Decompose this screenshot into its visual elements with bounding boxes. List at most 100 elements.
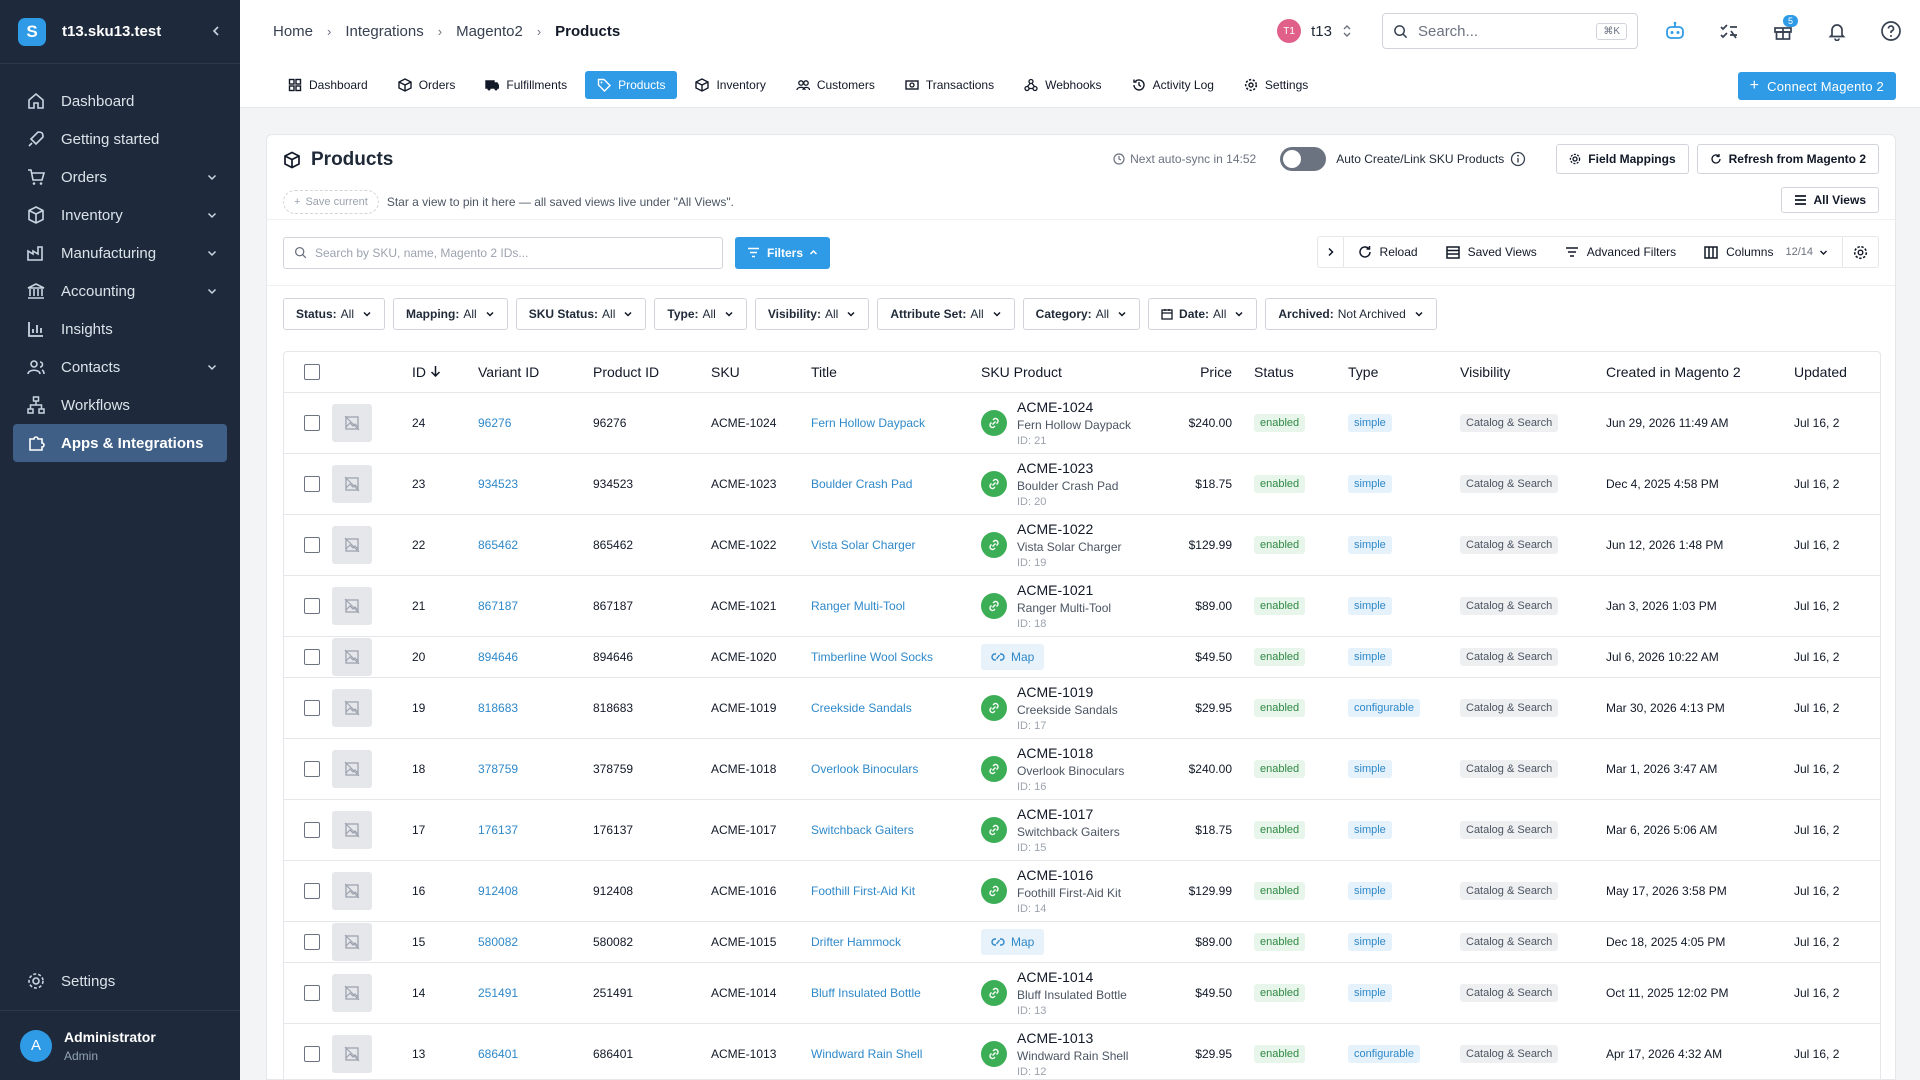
variant-id-link[interactable]: 912408 bbox=[478, 884, 518, 898]
variant-id-link[interactable]: 867187 bbox=[478, 599, 518, 613]
map-sku-button[interactable]: Map bbox=[981, 928, 1045, 955]
title-link[interactable]: Overlook Binoculars bbox=[811, 762, 918, 776]
col-title[interactable]: Title bbox=[811, 352, 981, 393]
variant-id-link[interactable]: 934523 bbox=[478, 477, 518, 491]
row-checkbox[interactable] bbox=[304, 984, 320, 1001]
table-row[interactable]: 18 378759 378759 ACME-1018 Overlook Binocula… bbox=[284, 738, 1880, 800]
table-settings-button[interactable] bbox=[1842, 237, 1878, 267]
reload-button[interactable]: Reload bbox=[1344, 237, 1432, 267]
variant-id-link[interactable]: 378759 bbox=[478, 762, 518, 776]
row-checkbox[interactable] bbox=[304, 821, 320, 838]
chevron-down-icon[interactable] bbox=[206, 171, 218, 183]
select-all-checkbox[interactable] bbox=[304, 364, 320, 381]
connect-magento-button[interactable]: + Connect Magento 2 bbox=[1737, 72, 1896, 100]
row-checkbox[interactable] bbox=[304, 597, 320, 614]
col-variant-id[interactable]: Variant ID bbox=[478, 352, 593, 393]
filter-chip-attribute-set[interactable]: Attribute Set: All bbox=[877, 297, 1015, 330]
filter-chip-visibility[interactable]: Visibility: All bbox=[754, 297, 870, 330]
field-mappings-button[interactable]: Field Mappings bbox=[1556, 144, 1689, 174]
sidebar-item-contacts[interactable]: Contacts bbox=[0, 348, 240, 386]
table-row[interactable]: 17 176137 176137 ACME-1017 Switchback Gaiter… bbox=[284, 799, 1880, 861]
sidebar-item-getting-started[interactable]: Getting started bbox=[0, 120, 240, 158]
chevron-down-icon[interactable] bbox=[206, 209, 218, 221]
col-product-id[interactable]: Product ID bbox=[593, 352, 711, 393]
save-current-view-button[interactable]: + Save current bbox=[283, 190, 379, 214]
filters-button[interactable]: Filters bbox=[735, 236, 831, 269]
sku-product-link[interactable]: ACME-1021 Ranger Multi-Tool ID: 18 bbox=[981, 582, 1149, 630]
map-sku-button[interactable]: Map bbox=[981, 643, 1045, 670]
sku-product-link[interactable]: ACME-1014 Bluff Insulated Bottle ID: 13 bbox=[981, 969, 1149, 1017]
row-checkbox[interactable] bbox=[304, 475, 320, 492]
variant-id-link[interactable]: 865462 bbox=[478, 538, 518, 552]
col-status[interactable]: Status bbox=[1244, 352, 1348, 393]
tab-settings[interactable]: Settings bbox=[1232, 71, 1320, 99]
filter-chip-type[interactable]: Type: All bbox=[654, 297, 747, 330]
chevron-down-icon[interactable] bbox=[206, 247, 218, 259]
tasks-button[interactable] bbox=[1712, 14, 1746, 48]
table-row[interactable]: 23 934523 934523 ACME-1023 Boulder Crash Pad… bbox=[284, 453, 1880, 515]
title-link[interactable]: Foothill First-Aid Kit bbox=[811, 884, 915, 898]
title-link[interactable]: Windward Rain Shell bbox=[811, 1047, 922, 1061]
row-checkbox[interactable] bbox=[304, 414, 320, 431]
row-checkbox[interactable] bbox=[304, 933, 320, 950]
row-checkbox[interactable] bbox=[304, 882, 320, 899]
breadcrumb-home[interactable]: Home bbox=[273, 23, 313, 40]
notifications-button[interactable] bbox=[1820, 14, 1854, 48]
tab-orders[interactable]: Orders bbox=[386, 71, 468, 99]
collapse-sidebar-icon[interactable] bbox=[210, 24, 222, 40]
sidebar-item-accounting[interactable]: Accounting bbox=[0, 272, 240, 310]
advanced-filters-button[interactable]: Advanced Filters bbox=[1551, 237, 1690, 267]
sku-product-link[interactable]: ACME-1018 Overlook Binoculars ID: 16 bbox=[981, 745, 1149, 793]
tab-webhooks[interactable]: Webhooks bbox=[1012, 71, 1113, 99]
title-link[interactable]: Bluff Insulated Bottle bbox=[811, 986, 921, 1000]
sidebar-item-settings[interactable]: Settings bbox=[0, 962, 240, 1000]
whats-new-button[interactable]: 5 bbox=[1766, 14, 1800, 48]
product-search-input[interactable] bbox=[315, 245, 712, 260]
variant-id-link[interactable]: 251491 bbox=[478, 986, 518, 1000]
filter-chip-category[interactable]: Category: All bbox=[1022, 297, 1141, 330]
title-link[interactable]: Ranger Multi-Tool bbox=[811, 599, 905, 613]
user-profile[interactable]: A Administrator Admin bbox=[0, 1010, 240, 1080]
table-row[interactable]: 14 251491 251491 ACME-1014 Bluff Insulated B… bbox=[284, 962, 1880, 1024]
table-row[interactable]: 13 686401 686401 ACME-1013 Windward Rain She… bbox=[284, 1023, 1880, 1079]
filter-chip-sku-status[interactable]: SKU Status: All bbox=[515, 297, 647, 330]
col-updated[interactable]: Updated bbox=[1794, 352, 1880, 393]
refresh-magento-button[interactable]: Refresh from Magento 2 bbox=[1696, 144, 1879, 174]
col-sku[interactable]: SKU bbox=[711, 352, 811, 393]
row-checkbox[interactable] bbox=[304, 648, 320, 665]
sidebar-item-inventory[interactable]: Inventory bbox=[0, 196, 240, 234]
product-search[interactable] bbox=[283, 236, 723, 269]
tab-inventory[interactable]: Inventory bbox=[683, 71, 777, 99]
variant-id-link[interactable]: 176137 bbox=[478, 823, 518, 837]
sku-product-link[interactable]: ACME-1024 Fern Hollow Daypack ID: 21 bbox=[981, 399, 1149, 447]
tab-fulfillments[interactable]: Fulfillments bbox=[473, 71, 579, 99]
variant-id-link[interactable]: 686401 bbox=[478, 1047, 518, 1061]
title-link[interactable]: Timberline Wool Socks bbox=[811, 650, 933, 664]
table-row[interactable]: 16 912408 912408 ACME-1016 Foothill First-Ai… bbox=[284, 860, 1880, 922]
tab-dashboard[interactable]: Dashboard bbox=[276, 71, 380, 99]
sidebar-item-dashboard[interactable]: Dashboard bbox=[0, 82, 240, 120]
ai-assistant-button[interactable] bbox=[1658, 14, 1692, 48]
table-row[interactable]: 20 894646 894646 ACME-1020 Timberline Wool S… bbox=[284, 636, 1880, 678]
sku-product-link[interactable]: ACME-1013 Windward Rain Shell ID: 12 bbox=[981, 1030, 1149, 1078]
tab-customers[interactable]: Customers bbox=[784, 71, 887, 99]
title-link[interactable]: Boulder Crash Pad bbox=[811, 477, 912, 491]
tenant-switcher[interactable]: T1 t13 bbox=[1277, 19, 1352, 43]
table-row[interactable]: 15 580082 580082 ACME-1015 Drifter Hammock Ma… bbox=[284, 921, 1880, 963]
title-link[interactable]: Vista Solar Charger bbox=[811, 538, 916, 552]
info-icon[interactable] bbox=[1510, 151, 1526, 167]
tab-transactions[interactable]: Transactions bbox=[893, 71, 1006, 99]
title-link[interactable]: Fern Hollow Daypack bbox=[811, 416, 925, 430]
tab-activity-log[interactable]: Activity Log bbox=[1120, 71, 1226, 99]
chevron-down-icon[interactable] bbox=[206, 285, 218, 297]
variant-id-link[interactable]: 894646 bbox=[478, 650, 518, 664]
filter-chip-mapping[interactable]: Mapping: All bbox=[393, 297, 508, 330]
sku-product-link[interactable]: ACME-1022 Vista Solar Charger ID: 19 bbox=[981, 521, 1149, 569]
row-checkbox[interactable] bbox=[304, 1045, 320, 1062]
all-views-button[interactable]: All Views bbox=[1780, 187, 1879, 213]
row-checkbox[interactable] bbox=[304, 760, 320, 777]
col-id[interactable]: ID bbox=[412, 352, 478, 393]
title-link[interactable]: Creekside Sandals bbox=[811, 701, 912, 715]
chevron-down-icon[interactable] bbox=[206, 361, 218, 373]
table-row[interactable]: 22 865462 865462 ACME-1022 Vista Solar Charg… bbox=[284, 514, 1880, 576]
